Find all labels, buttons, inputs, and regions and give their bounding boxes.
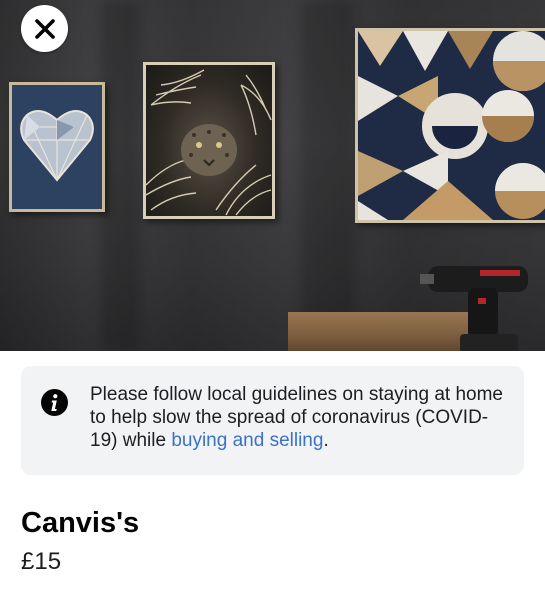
heart-canvas-artwork <box>9 82 105 212</box>
geometric-canvas-artwork <box>355 28 545 223</box>
listing-price: £15 <box>21 548 62 575</box>
buying-and-selling-link[interactable]: buying and selling <box>171 430 323 451</box>
notice-text: Please follow local guidelines on stayin… <box>90 383 510 452</box>
notice-text-end: . <box>323 430 329 451</box>
wall-shadow <box>300 0 355 351</box>
listing-title: Canvis's <box>21 507 140 539</box>
power-drill <box>420 266 528 351</box>
info-icon <box>41 389 68 416</box>
leopard-canvas-artwork <box>143 62 275 219</box>
close-button[interactable] <box>21 5 68 52</box>
covid-notice-banner: Please follow local guidelines on stayin… <box>21 366 524 475</box>
close-icon <box>34 18 55 39</box>
wall-shadow <box>100 0 140 351</box>
listing-photo[interactable] <box>0 0 545 351</box>
